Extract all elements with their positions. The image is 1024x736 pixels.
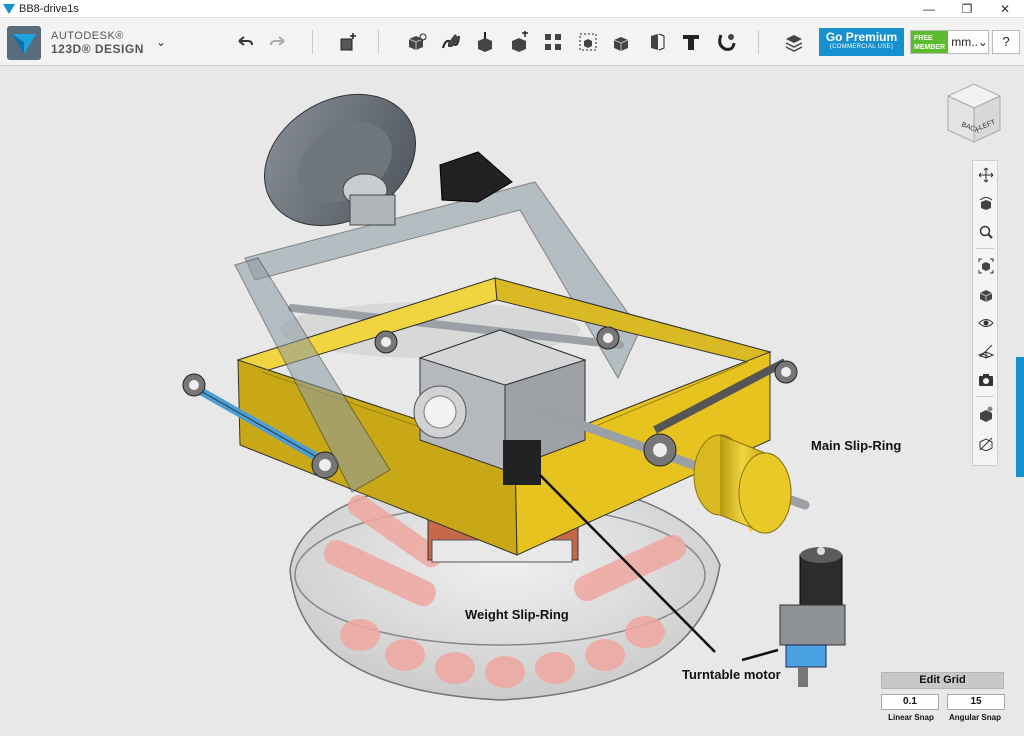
brand-text: AUTODESK® 123D® DESIGN [51, 30, 144, 56]
close-button[interactable]: ✕ [986, 0, 1024, 18]
primitives-icon[interactable] [405, 30, 429, 54]
free-member-badge: FREE MEMBER [911, 31, 949, 53]
member-line1: FREE [914, 35, 933, 42]
premium-subtitle: (COMMERCIAL USE) [829, 44, 894, 50]
snap-icon[interactable] [645, 30, 669, 54]
toolbar-separator [758, 30, 759, 54]
minimize-button[interactable]: — [910, 0, 948, 18]
navigation-bar [972, 160, 998, 466]
main-toolbar: AUTODESK® 123D® DESIGN ⌄ Go Premium (COM… [0, 18, 1024, 66]
grid-visibility-icon[interactable] [976, 341, 996, 361]
3d-model-scene[interactable] [0, 67, 1024, 736]
nav-separator [976, 248, 994, 249]
material-toggle-icon[interactable] [976, 404, 996, 424]
edit-grid-button[interactable]: Edit Grid [881, 672, 1004, 689]
turntable-motor-label: Turntable motor [682, 667, 781, 682]
redo-icon[interactable] [266, 30, 290, 54]
text-icon[interactable] [679, 30, 703, 54]
angular-snap-label: Angular Snap [948, 713, 1001, 722]
grid-panel: Edit Grid 0.1 15 Linear Snap Angular Sna… [881, 672, 1005, 722]
undo-icon[interactable] [233, 30, 257, 54]
motor-leader-line-2 [741, 648, 779, 662]
main-slip-ring-label: Main Slip-Ring [811, 438, 902, 453]
fit-icon[interactable] [976, 256, 996, 276]
turntable-motor-model [779, 547, 846, 687]
linear-snap-label: Linear Snap [888, 713, 934, 722]
zoom-icon[interactable] [976, 222, 996, 242]
premium-title: Go Premium [825, 30, 898, 44]
views-icon[interactable] [976, 285, 996, 305]
unit-chevron: ..⌄ [971, 35, 988, 49]
grouping-icon[interactable] [576, 30, 600, 54]
main-slip-ring-model [693, 434, 792, 534]
orbit-icon[interactable] [976, 194, 996, 214]
snap-inputs: 0.1 15 [881, 694, 1005, 710]
combine-icon[interactable] [610, 30, 634, 54]
construct-icon[interactable] [473, 30, 497, 54]
toolbar-separator [378, 30, 379, 54]
layers-icon[interactable] [782, 30, 806, 54]
nav-separator [976, 396, 994, 397]
unit-text: mm [951, 35, 972, 49]
app-logo-icon [3, 3, 15, 14]
snap-labels: Linear Snap Angular Snap [881, 713, 1005, 722]
window-titlebar: BB8-drive1s — ❐ ✕ [0, 0, 1024, 18]
window-title: BB8-drive1s [19, 2, 79, 15]
unit-value: mm..⌄ [948, 31, 988, 53]
help-button[interactable]: ? [992, 30, 1020, 54]
go-premium-button[interactable]: Go Premium (COMMERCIAL USE) [819, 28, 904, 56]
sketch-icon[interactable] [439, 30, 463, 54]
linear-snap-field[interactable]: 0.1 [881, 694, 939, 710]
new-object-icon[interactable] [336, 30, 360, 54]
window-controls: — ❐ ✕ [910, 0, 1024, 18]
app-menu-button[interactable]: AUTODESK® 123D® DESIGN [7, 26, 144, 60]
member-line2: MEMBER [914, 44, 946, 51]
modify-icon[interactable] [507, 30, 531, 54]
angular-snap-field[interactable]: 15 [947, 694, 1005, 710]
toolbar-separator [312, 30, 313, 54]
outline-icon[interactable] [976, 433, 996, 453]
autodesk-logo-icon [7, 26, 41, 60]
weight-slip-ring-label: Weight Slip-Ring [465, 607, 569, 622]
viewcube[interactable]: BACK LEFT [944, 82, 1004, 144]
pan-icon[interactable] [976, 165, 996, 185]
visibility-icon[interactable] [976, 313, 996, 333]
material-icon[interactable] [714, 30, 738, 54]
brand-line2: 123D® DESIGN [51, 42, 144, 56]
3d-viewport[interactable]: BACK LEFT Main Slip-Ring Weight Slip-Rin… [0, 67, 1024, 736]
pattern-icon[interactable] [541, 30, 565, 54]
side-panel-tab[interactable] [1016, 357, 1024, 477]
chevron-down-icon[interactable]: ⌄ [156, 35, 166, 49]
screenshot-icon[interactable] [976, 370, 996, 390]
maximize-button[interactable]: ❐ [948, 0, 986, 18]
units-dropdown[interactable]: FREE MEMBER mm..⌄ [910, 30, 989, 54]
